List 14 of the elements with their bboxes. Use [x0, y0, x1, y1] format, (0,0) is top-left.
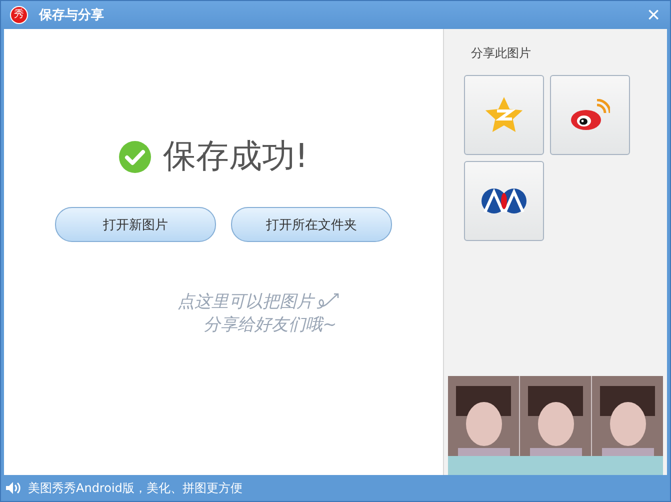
handwritten-hint: 点这里可以把图片 [178, 291, 314, 313]
window-title: 保存与分享 [39, 6, 105, 24]
renren-icon [481, 188, 527, 214]
handwritten-hint: 分享给好友们哦~ [204, 314, 337, 336]
share-button[interactable] [550, 75, 630, 155]
speaker-icon [6, 482, 22, 494]
share-title: 分享此图片 [471, 45, 532, 62]
open-folder-button[interactable]: 打开所在文件夹 [231, 207, 392, 242]
open-image-button[interactable]: 打开新图片 [55, 207, 216, 242]
star-icon [484, 96, 524, 134]
weibo-icon [570, 99, 610, 131]
share-button[interactable] [464, 161, 544, 241]
app-logo: 秀 [10, 6, 28, 24]
success-message: 保存成功! [162, 135, 308, 177]
